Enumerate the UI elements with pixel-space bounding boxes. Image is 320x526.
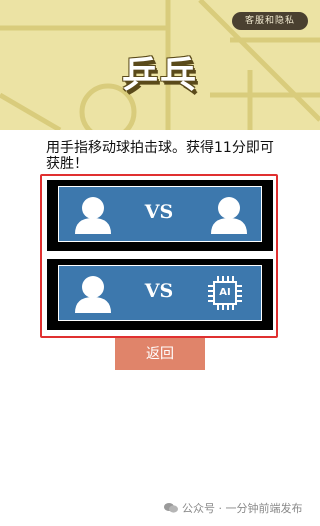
header-banner: 客服和隐私 乒乓 bbox=[0, 0, 320, 130]
player-right-icon bbox=[211, 197, 247, 234]
instructions-text: 用手指移动球拍击球。获得11分即可获胜！ bbox=[46, 140, 274, 172]
mode-pve-button[interactable]: VS AI bbox=[47, 259, 273, 330]
ai-label: AI bbox=[219, 287, 231, 298]
vs-label: VS bbox=[144, 280, 174, 302]
watermark-text: 公众号 · 一分钟前端发布 bbox=[182, 502, 303, 515]
mode-pvp-panel: VS bbox=[58, 186, 262, 242]
back-button[interactable]: 返回 bbox=[115, 338, 205, 370]
vs-label: VS bbox=[144, 201, 174, 223]
player-left-icon bbox=[75, 197, 111, 234]
mode-pvp-button[interactable]: VS bbox=[47, 180, 273, 251]
privacy-button[interactable]: 客服和隐私 bbox=[232, 12, 308, 30]
player-left-icon bbox=[75, 276, 111, 313]
mode-pve-panel: VS AI bbox=[58, 265, 262, 321]
game-title: 乒乓 bbox=[121, 54, 198, 96]
wechat-icon bbox=[164, 503, 178, 513]
ai-chip-icon: AI bbox=[207, 275, 243, 311]
